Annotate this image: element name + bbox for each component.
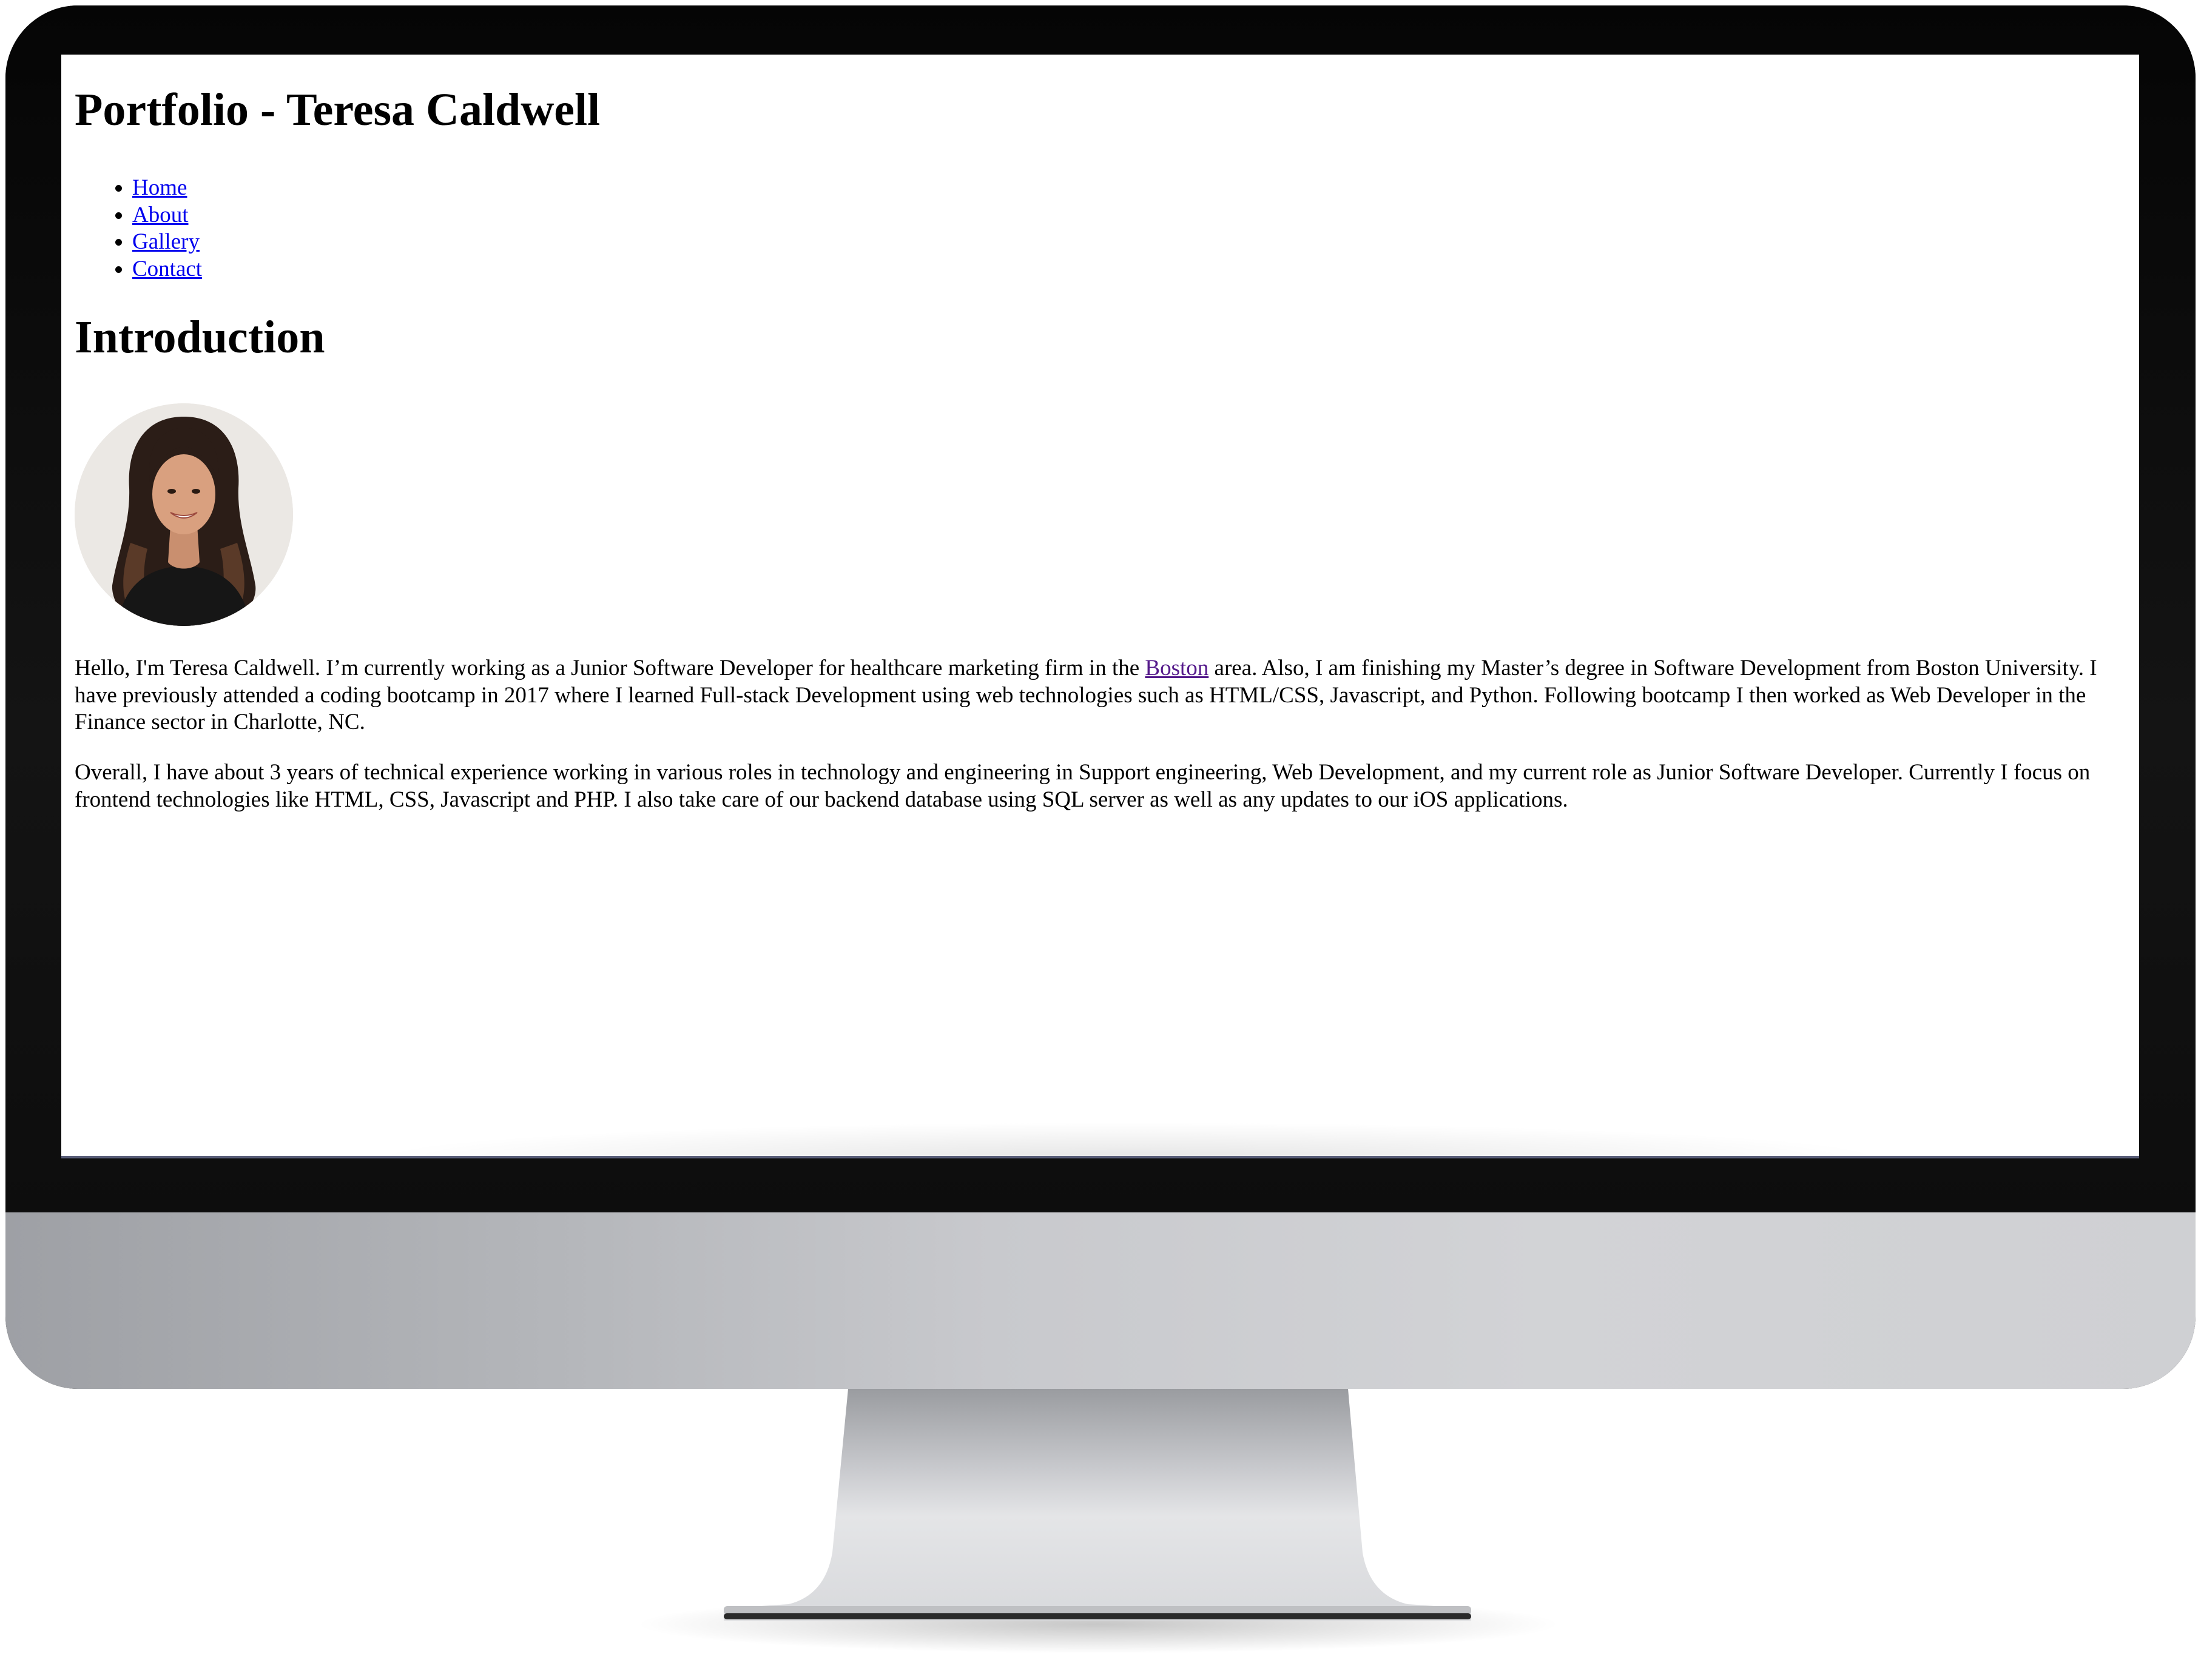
intro-text-before-link: Hello, I'm Teresa Caldwell. I’m currentl… [75,656,1145,680]
intro-paragraph-1: Hello, I'm Teresa Caldwell. I’m currentl… [75,655,2125,736]
nav-item-home: Home [132,175,202,202]
main-nav: Home About Gallery Contact [75,175,202,283]
nav-link-gallery[interactable]: Gallery [132,229,200,254]
profile-photo [75,403,293,626]
nav-item-gallery: Gallery [132,229,202,256]
nav-link-about[interactable]: About [132,203,189,227]
screen-edge [61,1156,2139,1158]
intro-paragraph-2: Overall, I have about 3 years of technic… [75,760,2091,812]
monitor-mockup: Portfolio - Teresa Caldwell Home About G… [0,0,2201,1680]
boston-link[interactable]: Boston [1145,656,1208,680]
section-title-introduction: Introduction [75,312,325,363]
nav-link-home[interactable]: Home [132,175,187,200]
nav-link-contact[interactable]: Contact [132,257,202,281]
nav-item-about: About [132,202,202,229]
screen-shadow [365,1122,1893,1158]
page-title: Portfolio - Teresa Caldwell [75,84,601,135]
monitor-chin [5,1212,2196,1389]
nav-item-contact: Contact [132,256,202,283]
browser-viewport[interactable]: Portfolio - Teresa Caldwell Home About G… [61,55,2139,1158]
